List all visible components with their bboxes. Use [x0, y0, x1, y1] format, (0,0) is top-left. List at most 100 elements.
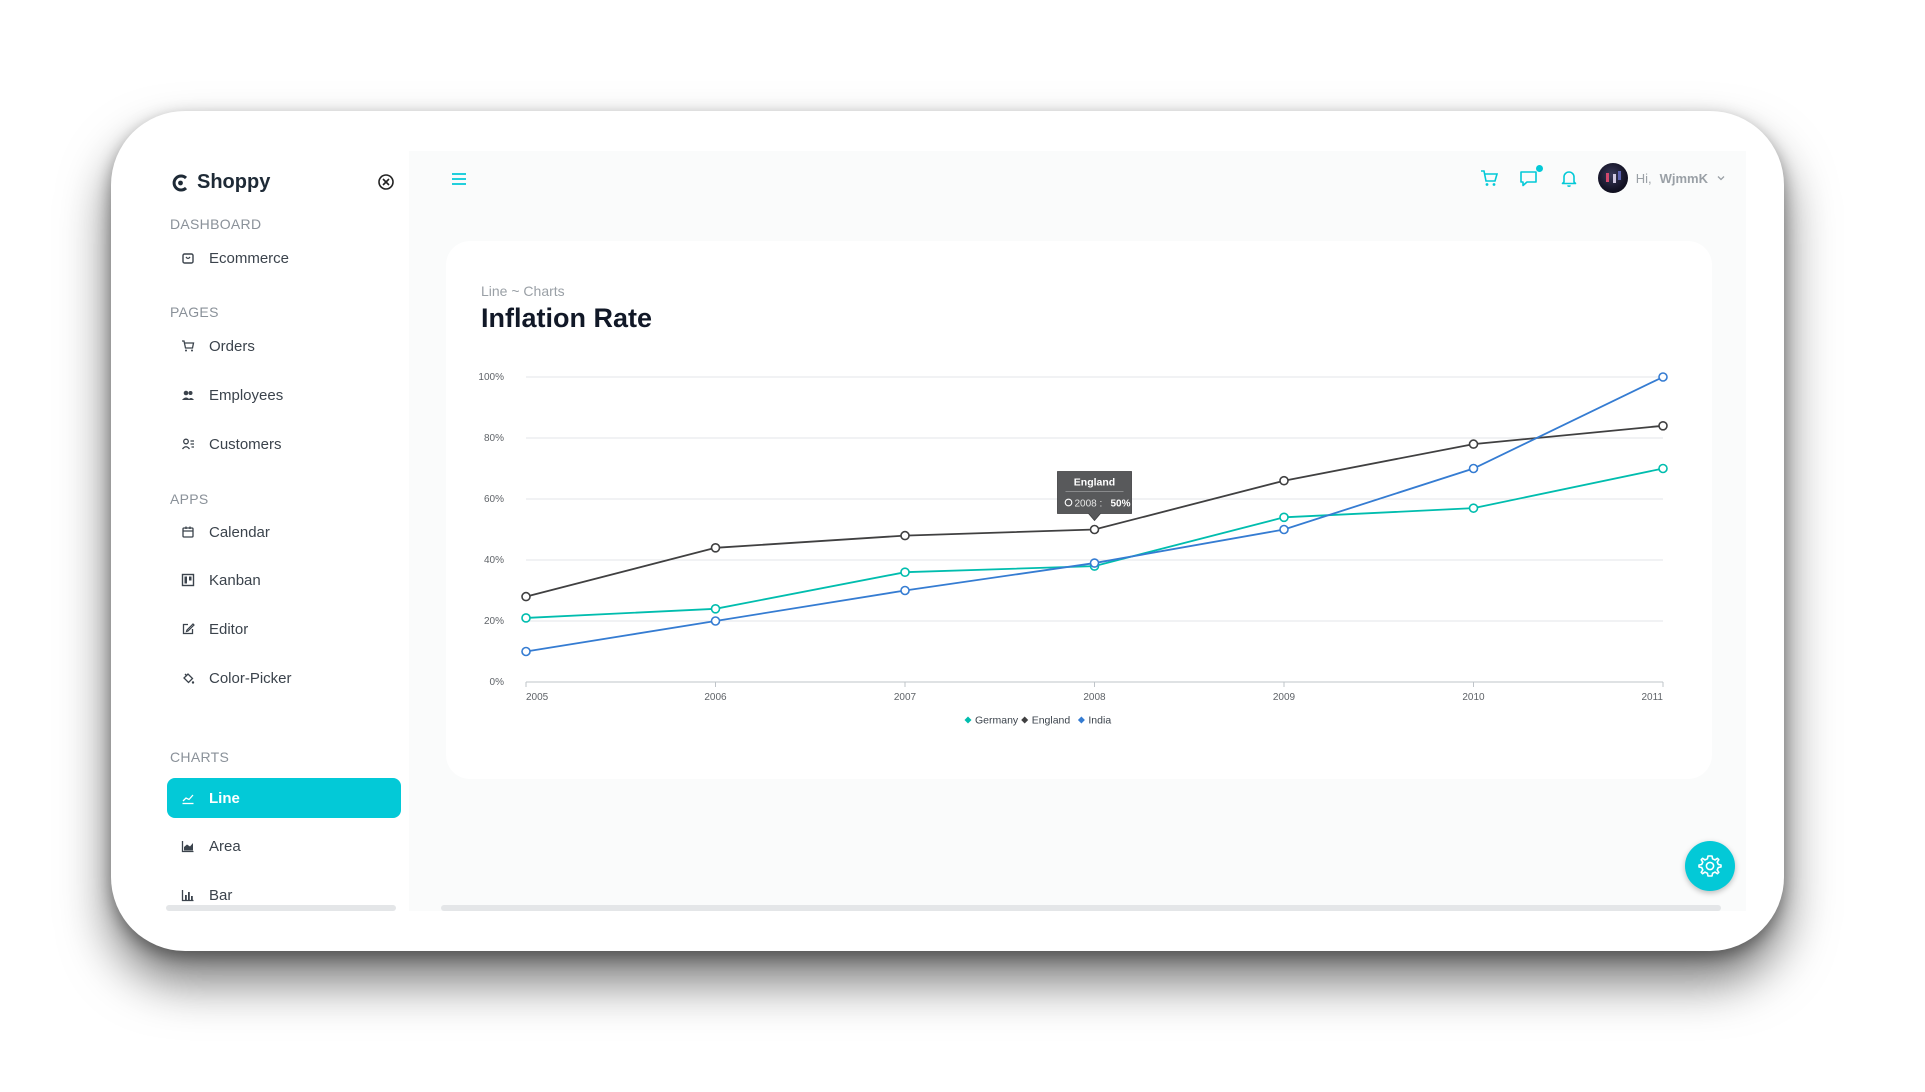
- legend-label: Germany: [975, 715, 1019, 727]
- data-point-england: [1658, 421, 1668, 431]
- legend-marker-germany: [964, 716, 972, 724]
- y-tick-label: 60%: [484, 494, 504, 505]
- data-point-india: [900, 585, 910, 596]
- sidebar-item-label: Kanban: [209, 571, 261, 589]
- sidebar-item-label: Bar: [209, 886, 233, 904]
- sidebar-item-orders[interactable]: Orders: [167, 326, 401, 366]
- section-charts: CHARTS: [170, 749, 230, 765]
- x-tick-label: 2008: [1083, 692, 1106, 703]
- edit-icon: [182, 623, 195, 635]
- username: WjmmK: [1659, 170, 1708, 186]
- section-pages: PAGES: [170, 304, 219, 320]
- bell-icon: [1561, 171, 1577, 187]
- data-point-england: [900, 530, 910, 541]
- inflation-line-chart[interactable]: 0% 20% 40% 60% 80% 100% 2005 2006 2007 2008 2009 20…: [446, 241, 1712, 779]
- y-tick-label: 40%: [484, 555, 504, 566]
- data-point-india: [1468, 463, 1479, 474]
- sidebar-item-employees[interactable]: Employees: [167, 375, 401, 415]
- data-point-germany: [1468, 503, 1479, 513]
- data-point-germany: [710, 603, 721, 614]
- data-point-india: [1279, 524, 1289, 535]
- legend-label: England: [1032, 715, 1071, 727]
- sidebar-item-ecommerce[interactable]: Ecommerce: [167, 238, 401, 278]
- data-point-england: [1089, 524, 1100, 535]
- shopping-bag-icon: [182, 253, 194, 264]
- data-point-england: [1279, 475, 1289, 486]
- chevron-down-icon: [1717, 176, 1725, 181]
- chat-button[interactable]: [1518, 165, 1543, 189]
- kanban-icon: [181, 573, 195, 587]
- topbar-actions: Hi, WjmmK: [1478, 161, 1726, 195]
- chart-card: Line ~ Charts Inflation Rate 0% 20% 40% 60%…: [446, 241, 1712, 779]
- data-point-germany: [521, 613, 531, 623]
- data-point-england: [1468, 439, 1479, 449]
- section-dashboard: DASHBOARD: [170, 216, 262, 232]
- data-point-england: [521, 591, 531, 602]
- shoppy-logo-icon: [172, 174, 188, 191]
- data-point-england: [710, 542, 721, 553]
- x-tick-label: 2006: [704, 692, 727, 703]
- x-tick-label: 2005: [526, 692, 549, 703]
- bar-chart-icon: [181, 890, 194, 902]
- main-scrollbar[interactable]: [441, 905, 1721, 911]
- tooltip-y-value: 50%: [1111, 499, 1131, 510]
- sidebar-item-kanban[interactable]: Kanban: [167, 560, 401, 600]
- x-tick-label: 2011: [1641, 692, 1663, 703]
- legend-label: India: [1088, 715, 1111, 727]
- data-point-india: [1089, 558, 1100, 568]
- sidebar-item-label: Customers: [209, 435, 282, 453]
- tooltip-x-value: 2008 :: [1075, 499, 1103, 510]
- calendar-icon: [182, 526, 194, 538]
- greeting-text: Hi,: [1635, 170, 1652, 186]
- legend-marker-india: [1077, 716, 1085, 724]
- sidebar-item-label: Employees: [209, 386, 284, 404]
- settings-button[interactable]: [1685, 841, 1735, 891]
- data-point-india: [710, 616, 721, 626]
- brand-name: Shoppy: [197, 171, 271, 193]
- sidebar-item-editor[interactable]: Editor: [167, 609, 401, 649]
- sidebar-item-label: Calendar: [209, 523, 270, 541]
- line-chart-icon: [182, 794, 194, 805]
- sidebar-item-label: Line: [209, 789, 240, 807]
- notification-button[interactable]: [1558, 167, 1580, 189]
- sidebar-item-customers[interactable]: Customers: [167, 424, 401, 464]
- user-profile-menu[interactable]: Hi, WjmmK: [1597, 163, 1726, 193]
- cart-button[interactable]: [1478, 167, 1500, 189]
- data-point-germany: [1279, 512, 1289, 523]
- app-window: Shoppy DASHBOARD Ecommerce PAGES Orders …: [111, 111, 1784, 951]
- close-sidebar-icon[interactable]: [377, 173, 395, 191]
- cart-icon: [182, 340, 195, 352]
- area-chart-icon: [181, 841, 194, 853]
- customers-icon: [181, 438, 194, 450]
- brand-logo[interactable]: Shoppy: [171, 171, 270, 194]
- sidebar-item-area[interactable]: Area: [167, 826, 401, 866]
- hamburger-menu-icon[interactable]: [449, 171, 469, 187]
- data-point-germany: [1658, 463, 1668, 474]
- y-tick-label: 0%: [490, 677, 505, 688]
- sidebar-item-label: Area: [209, 837, 241, 855]
- sidebar-item-color-picker[interactable]: Color-Picker: [167, 658, 401, 698]
- avatar: [1597, 163, 1628, 193]
- x-tick-label: 2009: [1273, 692, 1296, 703]
- gear-icon: [1698, 855, 1722, 877]
- x-tick-label: 2007: [894, 692, 917, 703]
- main-content: Hi, WjmmK Line ~ Charts Inflation Rate 0…: [409, 151, 1746, 911]
- color-picker-icon: [183, 673, 195, 684]
- data-point-india: [521, 646, 531, 657]
- data-point-india: [1658, 372, 1668, 382]
- section-apps: APPS: [170, 491, 209, 507]
- sidebar-scrollbar[interactable]: [166, 905, 396, 911]
- y-tick-label: 80%: [484, 433, 504, 444]
- sidebar-item-label: Color-Picker: [209, 669, 292, 687]
- notification-dot: [1535, 165, 1543, 172]
- sidebar-item-label: Editor: [209, 620, 249, 638]
- sidebar-item-line[interactable]: Line: [167, 778, 401, 818]
- tooltip-title: England: [1074, 477, 1115, 489]
- cart-icon: [1480, 170, 1498, 186]
- y-tick-label: 100%: [478, 372, 504, 383]
- sidebar-item-label: Orders: [209, 337, 255, 355]
- sidebar-item-calendar[interactable]: Calendar: [167, 512, 401, 552]
- data-point-germany: [900, 567, 910, 578]
- legend-marker-england: [1021, 716, 1029, 724]
- users-icon: [182, 390, 194, 400]
